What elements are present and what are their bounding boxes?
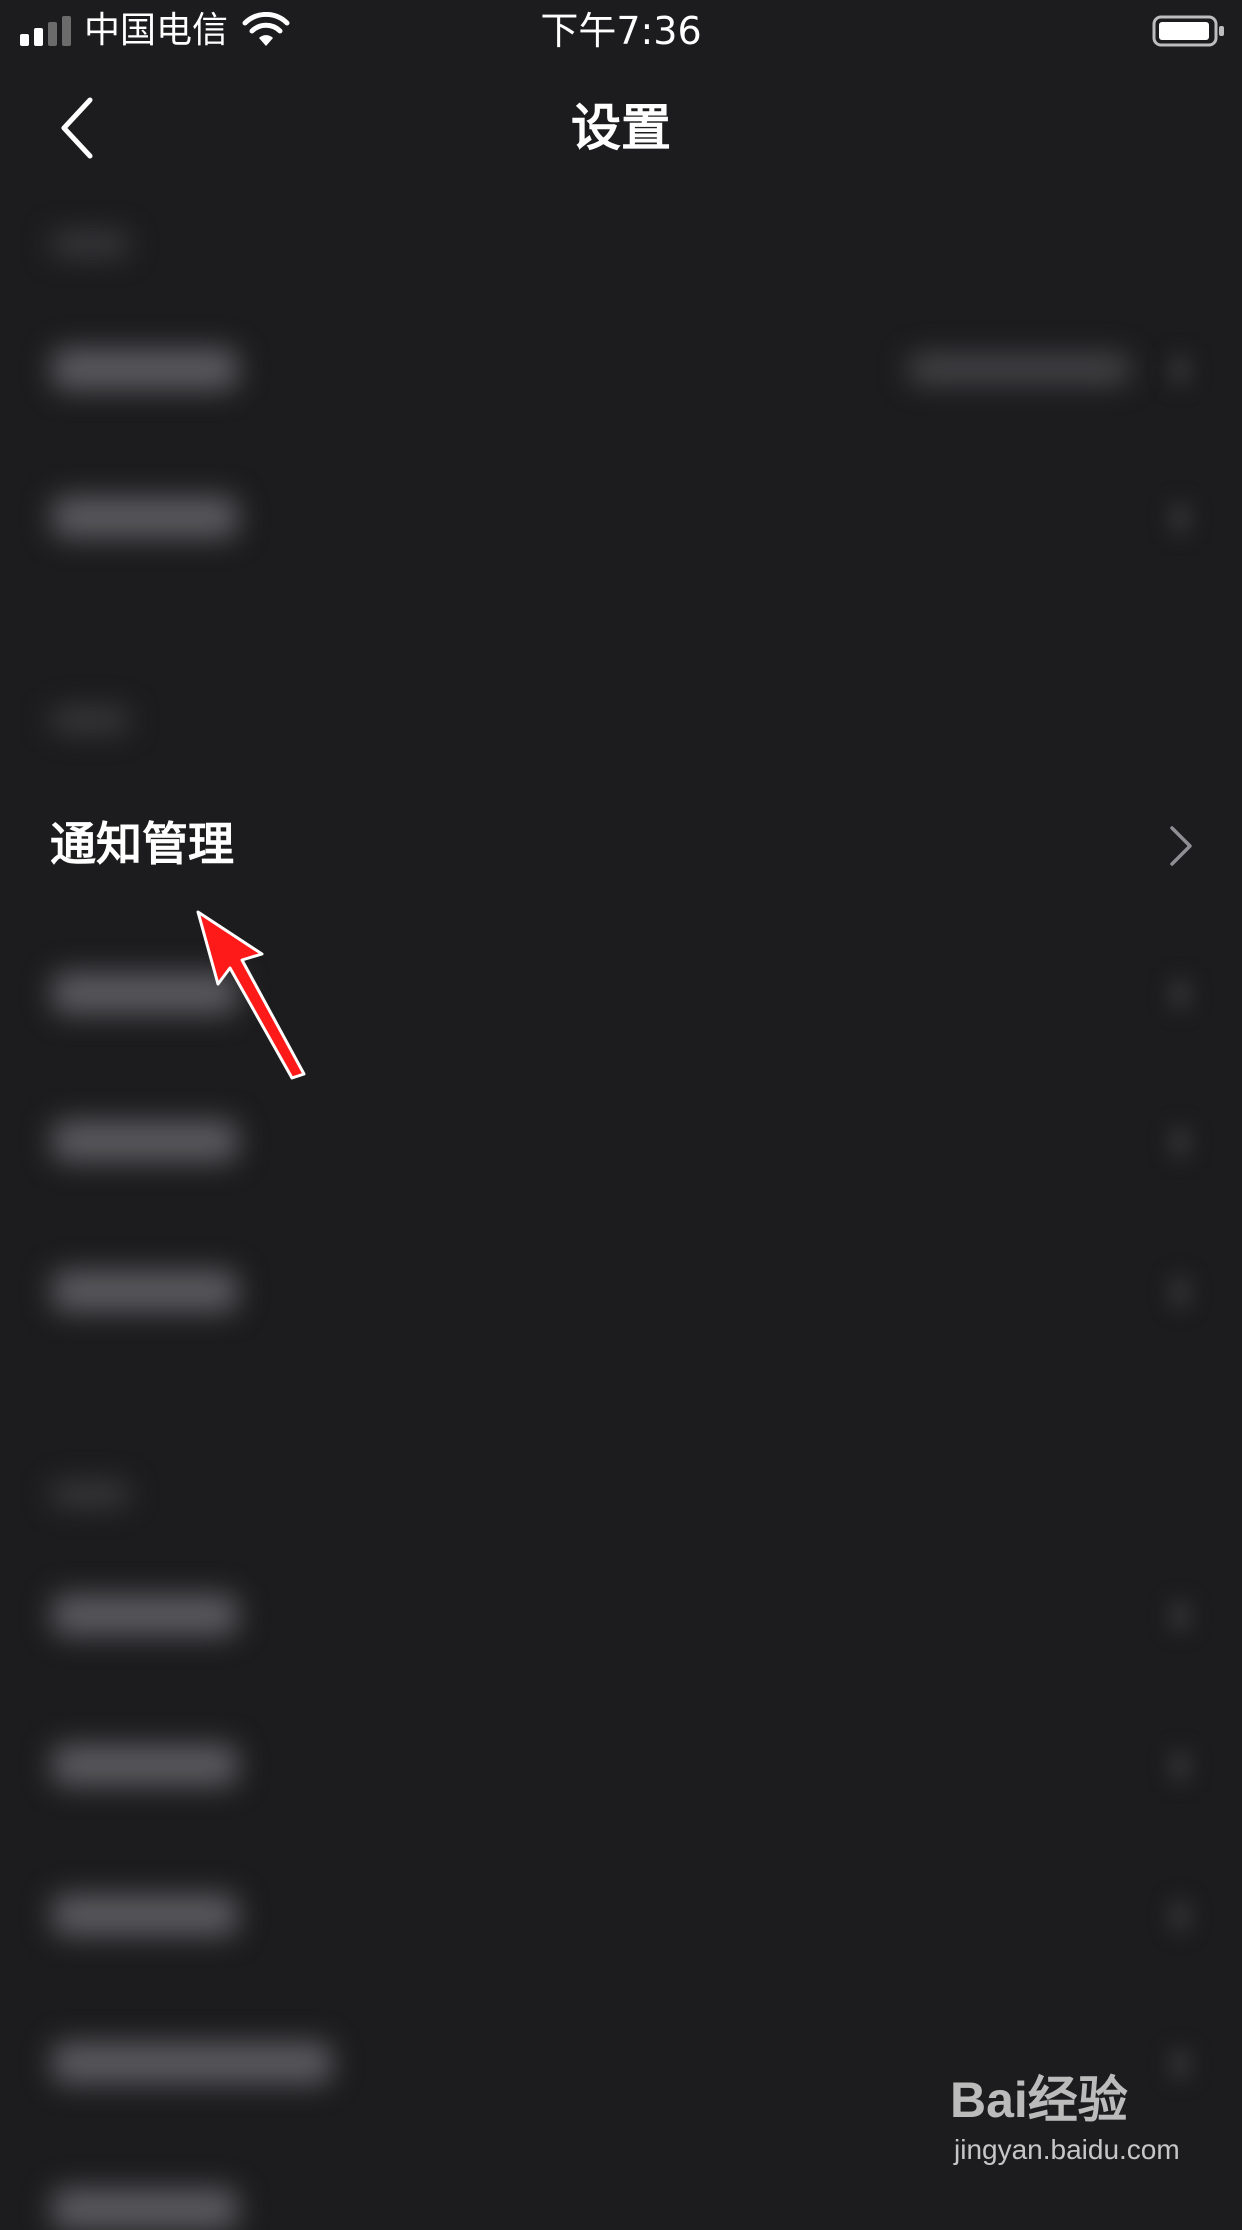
settings-item-blurred[interactable] <box>52 1270 238 1312</box>
status-bar: 中国电信 下午7:36 <box>0 0 1242 62</box>
watermark: Bai经验 jingyan.baidu.com <box>950 2070 1220 2190</box>
settings-item-label: 通知管理 <box>50 817 234 871</box>
page-title: 设置 <box>571 99 671 157</box>
chevron-right-icon <box>1170 978 1190 1010</box>
settings-item-blurred[interactable] <box>52 1120 238 1162</box>
section-header-blurred <box>50 232 130 256</box>
battery-icon <box>1152 15 1224 47</box>
chevron-right-icon <box>1170 502 1190 534</box>
settings-item-value-blurred <box>908 354 1130 384</box>
settings-item-blurred[interactable] <box>52 496 238 538</box>
chevron-right-icon <box>1170 1900 1190 1932</box>
settings-item-blurred[interactable] <box>52 1744 238 1786</box>
settings-item-blurred[interactable] <box>52 348 238 390</box>
settings-item-blurred[interactable] <box>52 2188 238 2230</box>
status-time: 下午7:36 <box>540 9 702 53</box>
navigation-bar: 设置 <box>0 70 1242 186</box>
chevron-right-icon <box>1170 1600 1190 1632</box>
settings-item-notification-management[interactable]: 通知管理 <box>0 794 1242 894</box>
chevron-right-icon <box>1170 1276 1190 1308</box>
section-header-blurred <box>50 708 130 732</box>
chevron-right-icon <box>1170 1126 1190 1158</box>
chevron-right-icon <box>1170 826 1192 866</box>
watermark-url: jingyan.baidu.com <box>954 2134 1180 2165</box>
section-header-blurred <box>50 1482 130 1506</box>
settings-item-blurred[interactable] <box>52 2042 332 2084</box>
annotation-arrow-icon <box>196 910 306 1080</box>
chevron-right-icon <box>1170 1750 1190 1782</box>
watermark-brand: Bai经验 <box>950 2072 1128 2128</box>
settings-item-blurred[interactable] <box>52 1594 238 1636</box>
chevron-right-icon <box>1170 354 1190 386</box>
settings-item-blurred[interactable] <box>52 1894 238 1936</box>
